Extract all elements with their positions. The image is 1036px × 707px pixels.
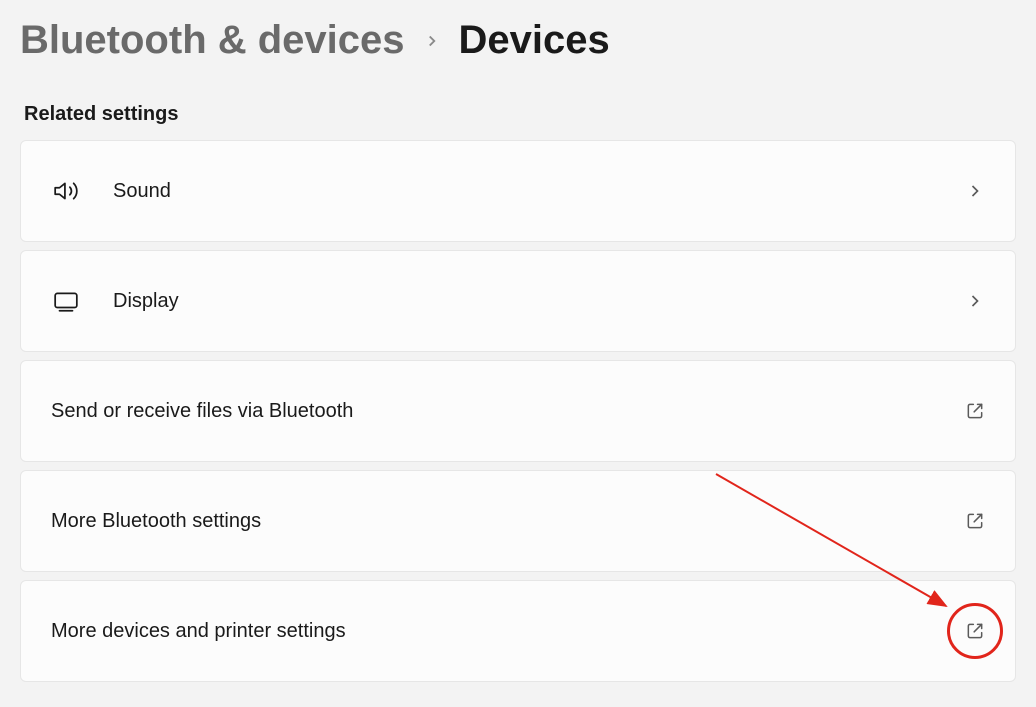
section-title: Related settings — [24, 103, 1016, 126]
settings-item-label: Display — [113, 290, 965, 313]
external-link-icon — [965, 621, 985, 641]
display-icon — [51, 288, 81, 314]
chevron-right-icon — [965, 291, 985, 311]
settings-item-label: Sound — [113, 180, 965, 203]
related-settings-list: Sound Display Send or receive files via … — [20, 140, 1016, 682]
breadcrumb-parent-link[interactable]: Bluetooth & devices — [20, 18, 405, 63]
speaker-icon — [51, 178, 81, 204]
chevron-right-icon — [965, 181, 985, 201]
settings-item-label: Send or receive files via Bluetooth — [51, 400, 965, 423]
settings-item-sound[interactable]: Sound — [20, 140, 1016, 242]
chevron-right-icon — [423, 32, 441, 50]
settings-item-label: More devices and printer settings — [51, 620, 965, 643]
breadcrumb-current: Devices — [459, 18, 610, 63]
external-link-icon — [965, 401, 985, 421]
external-link-icon — [965, 511, 985, 531]
settings-item-more-bluetooth[interactable]: More Bluetooth settings — [20, 470, 1016, 572]
settings-item-display[interactable]: Display — [20, 250, 1016, 352]
settings-item-label: More Bluetooth settings — [51, 510, 965, 533]
settings-item-bluetooth-files[interactable]: Send or receive files via Bluetooth — [20, 360, 1016, 462]
breadcrumb: Bluetooth & devices Devices — [20, 18, 1016, 63]
settings-item-more-devices-printers[interactable]: More devices and printer settings — [20, 580, 1016, 682]
